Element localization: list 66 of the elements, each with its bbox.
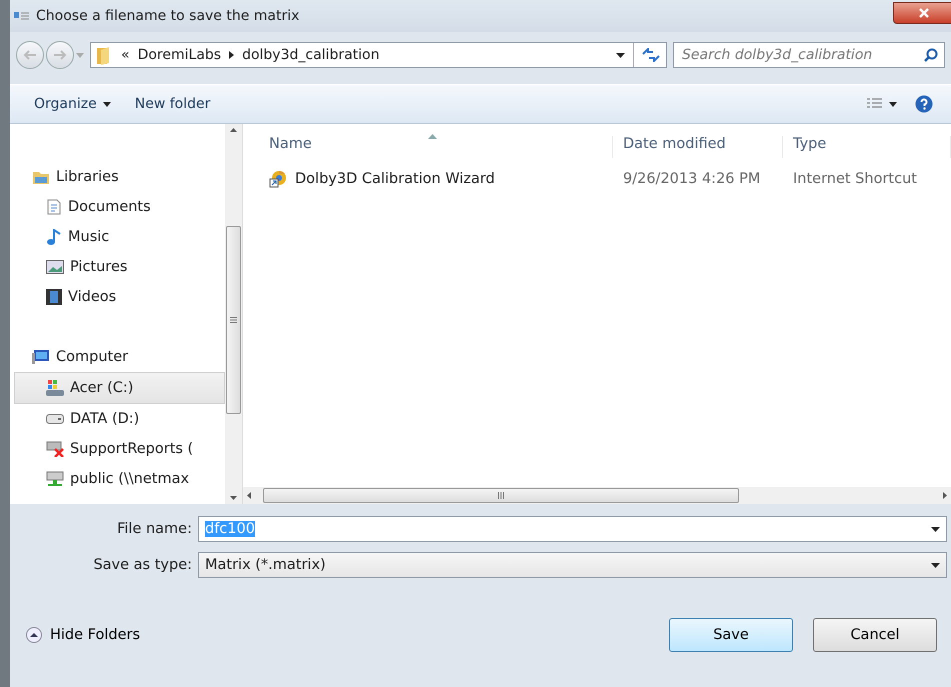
save-as-type-label: Save as type: [92, 557, 193, 573]
search-icon[interactable] [924, 48, 938, 62]
collapse-icon [26, 627, 42, 643]
column-header[interactable]: Type [783, 136, 951, 158]
breadcrumb-arrow-icon[interactable] [229, 51, 234, 59]
drive-icon [46, 380, 64, 396]
close-icon [918, 8, 930, 18]
column-header[interactable]: Date modified [613, 136, 783, 158]
navigation-item[interactable]: Videos [10, 282, 225, 312]
scroll-up-icon[interactable] [230, 128, 237, 132]
navigation-item[interactable]: Acer (C:) [14, 372, 225, 404]
navigation-item[interactable]: Libraries [10, 162, 225, 192]
search-field[interactable]: Search dolby3d_calibration [673, 42, 945, 68]
breadcrumb[interactable]: DoremiLabs [138, 47, 222, 63]
document-icon [46, 199, 62, 215]
folder-icon [32, 169, 50, 185]
picture-icon [46, 260, 64, 274]
navigation-item[interactable]: SupportReports ( [10, 434, 225, 464]
close-button[interactable] [893, 2, 951, 24]
navigation-item[interactable]: public (\\netmax [10, 464, 225, 494]
navigation-item[interactable]: Pictures [10, 252, 225, 282]
file-name-label: File name: [116, 521, 193, 537]
film-icon [46, 289, 62, 305]
dropdown-arrow-icon[interactable] [931, 526, 940, 532]
vertical-scrollbar[interactable] [225, 124, 242, 504]
forward-arrow-icon [53, 50, 67, 60]
window-icon [14, 10, 30, 22]
dropdown-arrow-icon[interactable] [616, 52, 625, 58]
address-bar[interactable]: « DoremiLabs dolby3d_calibration [90, 42, 667, 68]
dialog-button[interactable]: Cancel [813, 618, 937, 652]
network-drive-icon [46, 471, 64, 487]
help-icon [915, 95, 933, 113]
music-note-icon [46, 229, 62, 245]
grip-icon[interactable] [498, 492, 504, 499]
grip-icon[interactable] [230, 317, 237, 323]
scroll-down-icon[interactable] [230, 496, 237, 500]
dropdown-arrow-icon[interactable] [931, 562, 940, 568]
network-drive-error-icon [46, 441, 64, 457]
file-name-cell[interactable]: Dolby3D Calibration Wizard [243, 170, 613, 188]
shortcut-icon [269, 170, 287, 188]
navigation-item[interactable]: Computer [10, 342, 225, 372]
type-cell-text: Internet Shortcut [792, 171, 918, 187]
breadcrumb[interactable]: dolby3d_calibration [242, 47, 380, 63]
scroll-left-icon[interactable] [247, 492, 251, 499]
caret-icon [889, 102, 897, 106]
window-title: Choose a filename to save the matrix [36, 8, 300, 24]
caret-icon [102, 102, 111, 106]
navigation-item[interactable]: Music [10, 222, 225, 252]
organize-button[interactable]: Organize [24, 92, 121, 116]
horizontal-scrollbar[interactable] [243, 487, 951, 504]
navigation-item[interactable]: DATA (D:) [10, 404, 225, 434]
dialog-button[interactable]: Save [669, 618, 793, 652]
date-cell-text: 9/26/2013 4:26 PM [622, 171, 762, 187]
save-as-type-dropdown[interactable]: Matrix (*.matrix) [198, 552, 947, 578]
navigation-item[interactable]: Documents [10, 192, 225, 222]
hide-folders-button[interactable]: Hide Folders [26, 627, 140, 643]
drive-icon [46, 414, 64, 424]
back-arrow-icon [23, 50, 37, 60]
column-header[interactable]: Name [243, 136, 613, 158]
sort-arrow-icon [428, 134, 436, 139]
refresh-icon[interactable] [642, 48, 660, 62]
computer-icon [32, 349, 50, 365]
overflow-chevron[interactable]: « [121, 47, 130, 63]
scroll-right-icon[interactable] [943, 492, 947, 499]
new-folder-button[interactable]: New folder [124, 92, 220, 116]
list-view-icon [867, 98, 883, 110]
